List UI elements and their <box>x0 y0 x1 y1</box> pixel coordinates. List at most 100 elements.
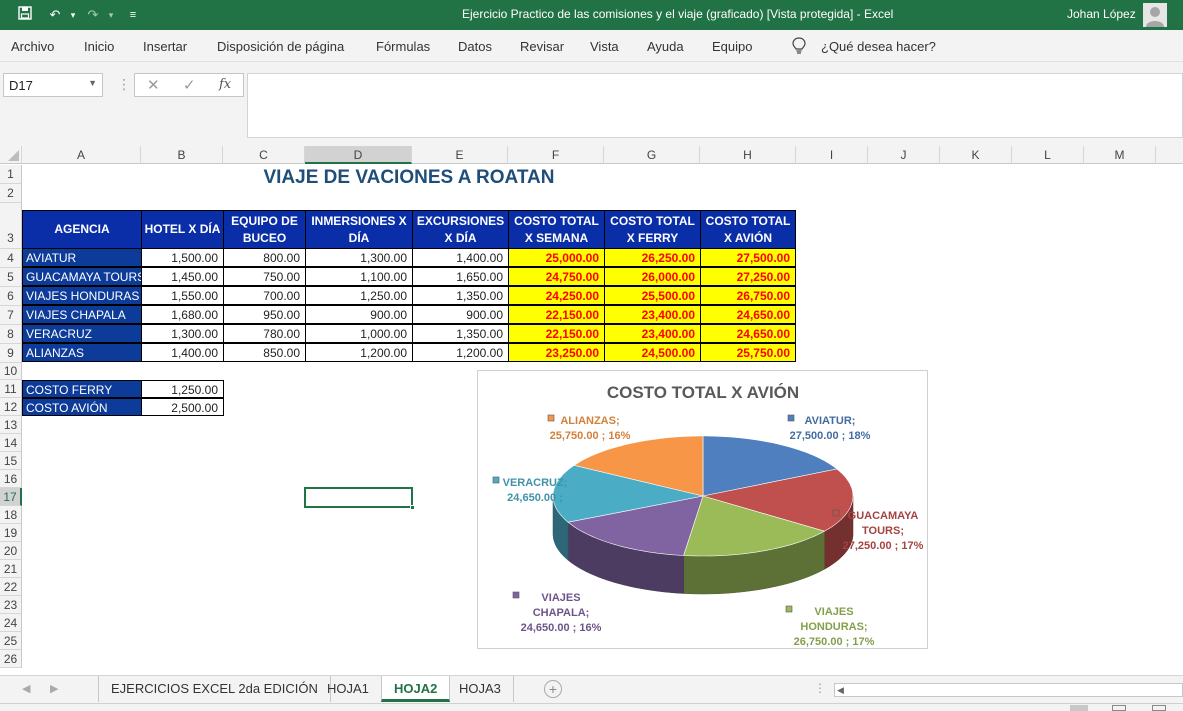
table-cell[interactable]: 1,400.00 <box>141 343 224 362</box>
row-header-14[interactable]: 14 <box>0 434 22 452</box>
column-header-g[interactable]: G <box>604 146 700 164</box>
table-cell[interactable]: 1,300.00 <box>141 324 224 343</box>
scroll-left-arrow-icon[interactable]: ◀ <box>837 684 844 696</box>
cancel-icon[interactable]: ✕ <box>147 76 160 94</box>
table-cell[interactable]: 900.00 <box>305 305 413 324</box>
table-cell[interactable]: 800.00 <box>223 248 306 267</box>
row-header-18[interactable]: 18 <box>0 506 22 524</box>
table-cell[interactable]: 1,200.00 <box>305 343 413 362</box>
undo-icon[interactable]: ↶ <box>46 6 64 24</box>
name-box[interactable]: D17 ▼ <box>3 73 103 97</box>
row-header-21[interactable]: 21 <box>0 560 22 578</box>
table-cell[interactable]: GUACAMAYA TOURS <box>22 267 142 286</box>
formula-input[interactable] <box>247 73 1183 138</box>
table-cell[interactable]: 22,150.00 <box>508 324 605 343</box>
column-header-d[interactable]: D <box>305 146 412 164</box>
table-cell[interactable]: 27,500.00 <box>700 248 796 267</box>
add-sheet-icon[interactable]: + <box>544 680 562 698</box>
select-all-corner[interactable] <box>0 146 22 164</box>
tab-inicio[interactable]: Inicio <box>84 39 114 54</box>
header-hotel[interactable]: HOTEL X DÍA <box>141 210 224 249</box>
table-cell[interactable]: 1,680.00 <box>141 305 224 324</box>
table-cell[interactable]: 26,250.00 <box>604 248 701 267</box>
more-options-icon[interactable]: ⋮ <box>117 76 131 93</box>
table-cell[interactable]: 26,750.00 <box>700 286 796 305</box>
column-header-e[interactable]: E <box>412 146 508 164</box>
column-header-l[interactable]: L <box>1012 146 1084 164</box>
tab-equipo[interactable]: Equipo <box>712 39 752 54</box>
data-label-aviatur[interactable]: AVIATUR; 27,500.00 ; 18% <box>787 414 871 442</box>
data-label-viajes-chapala[interactable]: VIAJES CHAPALA; 24,650.00 ; 16% <box>512 591 602 634</box>
tab-revisar[interactable]: Revisar <box>520 39 564 54</box>
user-name[interactable]: Johan López <box>1067 7 1136 21</box>
row-header-19[interactable]: 19 <box>0 524 22 542</box>
costo-avion-value[interactable]: 2,500.00 <box>141 398 224 416</box>
row-header-24[interactable]: 24 <box>0 614 22 632</box>
column-header-f[interactable]: F <box>508 146 604 164</box>
costo-ferry-value[interactable]: 1,250.00 <box>141 380 224 398</box>
table-cell[interactable]: 1,300.00 <box>305 248 413 267</box>
table-cell[interactable]: 25,750.00 <box>700 343 796 362</box>
row-header-4[interactable]: 4 <box>0 249 22 268</box>
sheet-tab-ejercicios[interactable]: EJERCICIOS EXCEL 2da EDICIÓN <box>99 676 331 702</box>
sheet-tab-hoja3[interactable]: HOJA3 <box>447 676 514 702</box>
row-header-15[interactable]: 15 <box>0 452 22 470</box>
column-header-a[interactable]: A <box>22 146 141 164</box>
redo-icon[interactable]: ↷ <box>84 6 102 24</box>
table-cell[interactable]: 23,400.00 <box>604 324 701 343</box>
table-cell[interactable]: 26,000.00 <box>604 267 701 286</box>
table-cell[interactable]: 24,650.00 <box>700 305 796 324</box>
header-equipo[interactable]: EQUIPO DE BUCEO <box>223 210 306 249</box>
tab-datos[interactable]: Datos <box>458 39 492 54</box>
row-header-5[interactable]: 5 <box>0 268 22 287</box>
redo-dropdown-icon[interactable]: ▾ <box>102 6 120 24</box>
normal-view-icon[interactable] <box>1070 705 1088 711</box>
table-cell[interactable]: VERACRUZ <box>22 324 142 343</box>
table-cell[interactable]: 24,650.00 <box>700 324 796 343</box>
costo-avion-label[interactable]: COSTO AVIÓN <box>22 398 142 416</box>
table-cell[interactable]: 1,250.00 <box>305 286 413 305</box>
row-header-8[interactable]: 8 <box>0 325 22 344</box>
page-break-icon[interactable] <box>1152 705 1166 711</box>
table-cell[interactable]: 900.00 <box>412 305 509 324</box>
row-header-2[interactable]: 2 <box>0 184 22 203</box>
column-header-h[interactable]: H <box>700 146 796 164</box>
header-excursiones[interactable]: EXCURSIONES X DÍA <box>412 210 509 249</box>
table-cell[interactable]: 27,250.00 <box>700 267 796 286</box>
customize-toolbar-icon[interactable]: ≡ <box>124 6 142 24</box>
table-cell[interactable]: 1,500.00 <box>141 248 224 267</box>
table-cell[interactable]: 1,200.00 <box>412 343 509 362</box>
table-cell[interactable]: AVIATUR <box>22 248 142 267</box>
row-header-7[interactable]: 7 <box>0 306 22 325</box>
table-cell[interactable]: 750.00 <box>223 267 306 286</box>
table-cell[interactable]: 23,400.00 <box>604 305 701 324</box>
scroll-right-icon[interactable]: ▶ <box>50 682 58 695</box>
row-header-11[interactable]: 11 <box>0 380 22 398</box>
tab-insertar[interactable]: Insertar <box>143 39 187 54</box>
row-header-10[interactable]: 10 <box>0 363 22 380</box>
header-agencia[interactable]: AGENCIA <box>22 210 142 249</box>
table-cell[interactable]: 24,500.00 <box>604 343 701 362</box>
tab-disposicion[interactable]: Disposición de página <box>217 39 344 54</box>
column-header-k[interactable]: K <box>940 146 1012 164</box>
data-label-alianzas[interactable]: ALIANZAS; 25,750.00 ; 16% <box>547 414 631 442</box>
column-header-c[interactable]: C <box>223 146 305 164</box>
row-header-22[interactable]: 22 <box>0 578 22 596</box>
column-header-m[interactable]: M <box>1084 146 1156 164</box>
table-cell[interactable]: 23,250.00 <box>508 343 605 362</box>
table-cell[interactable]: 22,150.00 <box>508 305 605 324</box>
row-header-6[interactable]: 6 <box>0 287 22 306</box>
table-cell[interactable]: 950.00 <box>223 305 306 324</box>
table-cell[interactable]: 25,000.00 <box>508 248 605 267</box>
sheet-tab-hoja1[interactable]: HOJA1 <box>315 676 382 702</box>
row-header-25[interactable]: 25 <box>0 632 22 650</box>
row-header-23[interactable]: 23 <box>0 596 22 614</box>
table-cell[interactable]: 1,350.00 <box>412 286 509 305</box>
avatar[interactable] <box>1143 3 1167 27</box>
row-header-12[interactable]: 12 <box>0 398 22 416</box>
pie-chart[interactable]: COSTO TOTAL X AVIÓN AVIATUR; 27,500.00 ; 1… <box>477 370 928 649</box>
check-icon[interactable]: ✓ <box>183 76 196 94</box>
table-cell[interactable]: 1,550.00 <box>141 286 224 305</box>
table-cell[interactable]: 24,250.00 <box>508 286 605 305</box>
row-header-1[interactable]: 1 <box>0 165 22 184</box>
